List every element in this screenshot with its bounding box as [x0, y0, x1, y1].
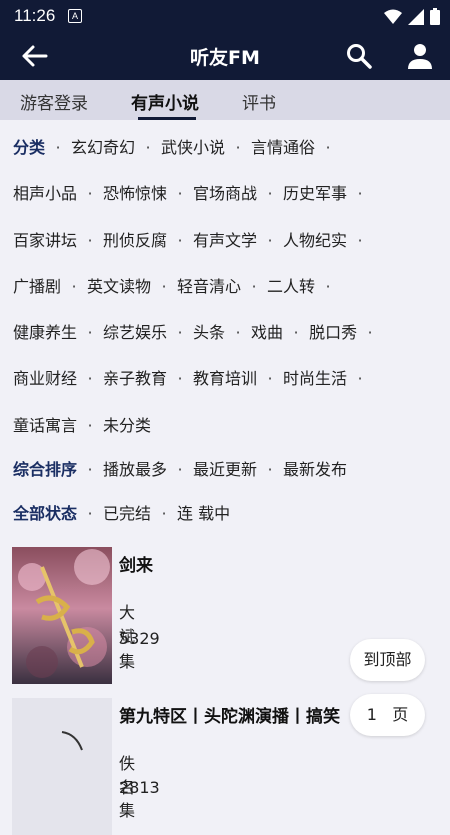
filter-row-category-3: 百家讲坛 · 刑侦反腐 · 有声文学 · 人物纪实 ·	[13, 227, 373, 251]
filter-option[interactable]: 人物纪实	[283, 227, 347, 251]
filter-option[interactable]: 恐怖惊悚	[103, 180, 167, 204]
page-unit: 页	[392, 705, 409, 724]
book-cover-loading	[12, 698, 112, 835]
tab-audio-novel[interactable]: 有声小说	[131, 89, 199, 114]
filter-option[interactable]: 未分类	[103, 412, 151, 436]
filter-option[interactable]: 言情通俗	[251, 134, 315, 158]
filter-option[interactable]: 综艺娱乐	[103, 319, 167, 343]
book-title: 剑来	[119, 556, 153, 576]
signal-icon	[408, 8, 424, 25]
filter-option[interactable]: 广播剧	[13, 273, 61, 297]
scroll-to-top-button[interactable]: 到顶部	[350, 639, 425, 681]
tab-guest-login[interactable]: 游客登录	[20, 89, 88, 114]
filter-row-category-5: 健康养生 · 综艺娱乐 · 头条 · 戏曲 · 脱口秀 ·	[13, 319, 383, 343]
filter-option[interactable]: 脱口秀	[309, 319, 357, 343]
filter-option[interactable]: 玄幻奇幻	[71, 134, 135, 158]
book-cover-image	[12, 547, 112, 684]
filter-row-category-6: 商业财经 · 亲子教育 · 教育培训 · 时尚生活 ·	[13, 365, 373, 389]
filter-option[interactable]: 相声小品	[13, 180, 77, 204]
filter-option[interactable]: 刑侦反腐	[103, 227, 167, 251]
wifi-icon	[384, 9, 402, 24]
page-indicator[interactable]: 1 页	[350, 694, 425, 736]
app-title: 听友FM	[190, 47, 260, 69]
filter-option[interactable]: 头条	[193, 319, 225, 343]
sort-label: 综合排序	[13, 460, 78, 479]
filter-row-state: 全部状态 · 已完结 · 连 载中	[13, 500, 230, 524]
filter-option[interactable]: 英文读物	[87, 273, 151, 297]
filter-option[interactable]: 百家讲坛	[13, 227, 77, 251]
sort-option[interactable]: 最近更新	[193, 456, 257, 480]
notification-icon: A	[68, 9, 82, 23]
filter-option[interactable]: 教育培训	[193, 365, 257, 389]
filter-option[interactable]: 亲子教育	[103, 365, 167, 389]
filter-row-sort: 综合排序 · 播放最多 · 最近更新 · 最新发布	[13, 456, 347, 480]
filter-option[interactable]: 戏曲	[251, 319, 283, 343]
filter-row-category-7: 童话寓言 · 未分类	[13, 412, 151, 436]
filter-option[interactable]: 健康养生	[13, 319, 77, 343]
state-option[interactable]: 已完结	[103, 500, 151, 524]
user-icon[interactable]	[406, 42, 434, 70]
status-time: 11:26	[14, 6, 56, 25]
category-label: 分类	[13, 138, 46, 157]
state-label: 全部状态	[13, 504, 78, 523]
app-bar: 听友FM	[0, 32, 450, 80]
battery-icon	[430, 8, 440, 25]
filter-row-category-2: 相声小品 · 恐怖惊悚 · 官场商战 · 历史军事 ·	[13, 180, 373, 204]
search-icon[interactable]	[345, 42, 373, 70]
filter-option[interactable]: 武侠小说	[161, 134, 225, 158]
filter-option[interactable]: 二人转	[267, 273, 315, 297]
page-number: 1	[366, 705, 377, 724]
book-episode-count: 5329集	[119, 629, 160, 671]
state-option[interactable]: 连 载中	[177, 500, 230, 524]
book-title: 第九特区丨头陀渊演播丨搞笑	[119, 707, 340, 727]
filter-row-category-4: 广播剧 · 英文读物 · 轻音清心 · 二人转 ·	[13, 273, 341, 297]
filter-option[interactable]: 官场商战	[193, 180, 257, 204]
filter-option[interactable]: 童话寓言	[13, 412, 77, 436]
tab-active-indicator	[138, 117, 196, 120]
tab-bar: 游客登录 有声小说 评书	[0, 80, 450, 120]
status-bar: 11:26 A	[0, 0, 450, 32]
filter-row-category-1: 分类 · 玄幻奇幻 · 武侠小说 · 言情通俗 ·	[13, 134, 341, 158]
filter-option[interactable]: 轻音清心	[177, 273, 241, 297]
tab-storytelling[interactable]: 评书	[242, 89, 276, 114]
filter-option[interactable]: 历史军事	[283, 180, 347, 204]
sort-option[interactable]: 最新发布	[283, 456, 347, 480]
sort-option[interactable]: 播放最多	[103, 456, 167, 480]
filter-option[interactable]: 时尚生活	[283, 365, 347, 389]
filter-option[interactable]: 有声文学	[193, 227, 257, 251]
filter-option[interactable]: 商业财经	[13, 365, 77, 389]
